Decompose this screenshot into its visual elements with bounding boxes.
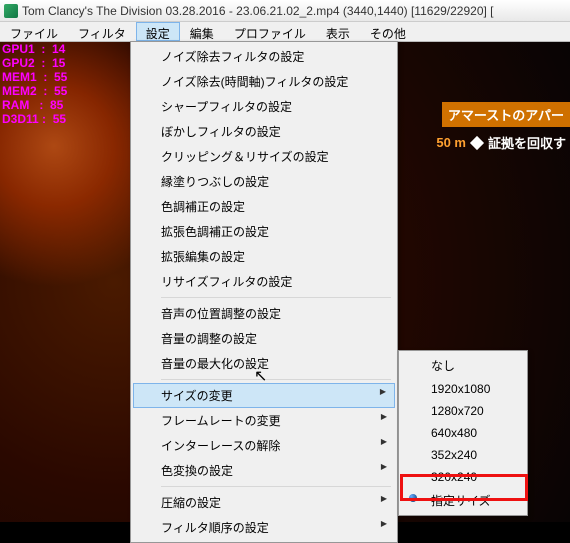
menuitem-サイズの変更[interactable]: サイズの変更 xyxy=(133,383,395,408)
menuitem-圧縮の設定[interactable]: 圧縮の設定 xyxy=(133,490,395,515)
menu-その他[interactable]: その他 xyxy=(360,22,416,41)
settings-dropdown: ノイズ除去フィルタの設定ノイズ除去(時間軸)フィルタの設定シャープフィルタの設定… xyxy=(130,41,398,543)
hud-objective: 証拠を回収す xyxy=(488,133,566,152)
menu-separator xyxy=(161,379,391,380)
sizeopt-1280x720[interactable]: 1280x720 xyxy=(401,400,525,422)
stat-MEM2: MEM2 : 55 xyxy=(2,84,67,98)
sizeopt-なし[interactable]: なし xyxy=(401,353,525,378)
stat-RAM: RAM : 85 xyxy=(2,98,67,112)
menuitem-縁塗りつぶしの設定[interactable]: 縁塗りつぶしの設定 xyxy=(133,169,395,194)
menubar: ファイルフィルタ設定編集プロファイル表示その他 xyxy=(0,22,570,42)
menuitem-拡張編集の設定[interactable]: 拡張編集の設定 xyxy=(133,244,395,269)
menuitem-拡張色調補正の設定[interactable]: 拡張色調補正の設定 xyxy=(133,219,395,244)
stat-GPU1: GPU1 : 14 xyxy=(2,42,67,56)
stat-D3D11: D3D11 : 55 xyxy=(2,112,67,126)
menuitem-インターレースの解除[interactable]: インターレースの解除 xyxy=(133,433,395,458)
menuitem-フレームレートの変更[interactable]: フレームレートの変更 xyxy=(133,408,395,433)
menu-プロファイル[interactable]: プロファイル xyxy=(224,22,316,41)
highlight-box xyxy=(400,474,528,501)
app-icon xyxy=(4,4,18,18)
menuitem-ノイズ除去(時間軸)フィルタの設定[interactable]: ノイズ除去(時間軸)フィルタの設定 xyxy=(133,69,395,94)
stat-GPU2: GPU2 : 15 xyxy=(2,56,67,70)
sizeopt-1920x1080[interactable]: 1920x1080 xyxy=(401,378,525,400)
menu-フィルタ[interactable]: フィルタ xyxy=(68,22,136,41)
menuitem-フィルタ順序の設定[interactable]: フィルタ順序の設定 xyxy=(133,515,395,540)
menu-表示[interactable]: 表示 xyxy=(316,22,360,41)
menuitem-シャープフィルタの設定[interactable]: シャープフィルタの設定 xyxy=(133,94,395,119)
menu-separator xyxy=(161,297,391,298)
objective-icon xyxy=(470,135,484,149)
menu-編集[interactable]: 編集 xyxy=(180,22,224,41)
menu-separator xyxy=(161,486,391,487)
menu-ファイル[interactable]: ファイル xyxy=(0,22,68,41)
menuitem-音量の最大化の設定[interactable]: 音量の最大化の設定 xyxy=(133,351,395,376)
game-hud: アマーストのアパー 50 m 証拠を回収す xyxy=(436,102,570,152)
hud-location: アマーストのアパー xyxy=(442,102,570,127)
menu-設定[interactable]: 設定 xyxy=(136,22,180,41)
menuitem-クリッピング＆リサイズの設定[interactable]: クリッピング＆リサイズの設定 xyxy=(133,144,395,169)
menuitem-色変換の設定[interactable]: 色変換の設定 xyxy=(133,458,395,483)
menuitem-ぼかしフィルタの設定[interactable]: ぼかしフィルタの設定 xyxy=(133,119,395,144)
stat-MEM1: MEM1 : 55 xyxy=(2,70,67,84)
hud-distance: 50 m xyxy=(436,135,466,150)
menuitem-色調補正の設定[interactable]: 色調補正の設定 xyxy=(133,194,395,219)
menuitem-音声の位置調整の設定[interactable]: 音声の位置調整の設定 xyxy=(133,301,395,326)
overlay-stats: GPU1 : 14GPU2 : 15MEM1 : 55MEM2 : 55RAM … xyxy=(2,42,67,126)
menuitem-音量の調整の設定[interactable]: 音量の調整の設定 xyxy=(133,326,395,351)
sizeopt-352x240[interactable]: 352x240 xyxy=(401,444,525,466)
window-titlebar: Tom Clancy's The Division 03.28.2016 - 2… xyxy=(0,0,570,22)
sizeopt-640x480[interactable]: 640x480 xyxy=(401,422,525,444)
menuitem-ノイズ除去フィルタの設定[interactable]: ノイズ除去フィルタの設定 xyxy=(133,44,395,69)
window-title: Tom Clancy's The Division 03.28.2016 - 2… xyxy=(22,4,494,18)
menuitem-リサイズフィルタの設定[interactable]: リサイズフィルタの設定 xyxy=(133,269,395,294)
